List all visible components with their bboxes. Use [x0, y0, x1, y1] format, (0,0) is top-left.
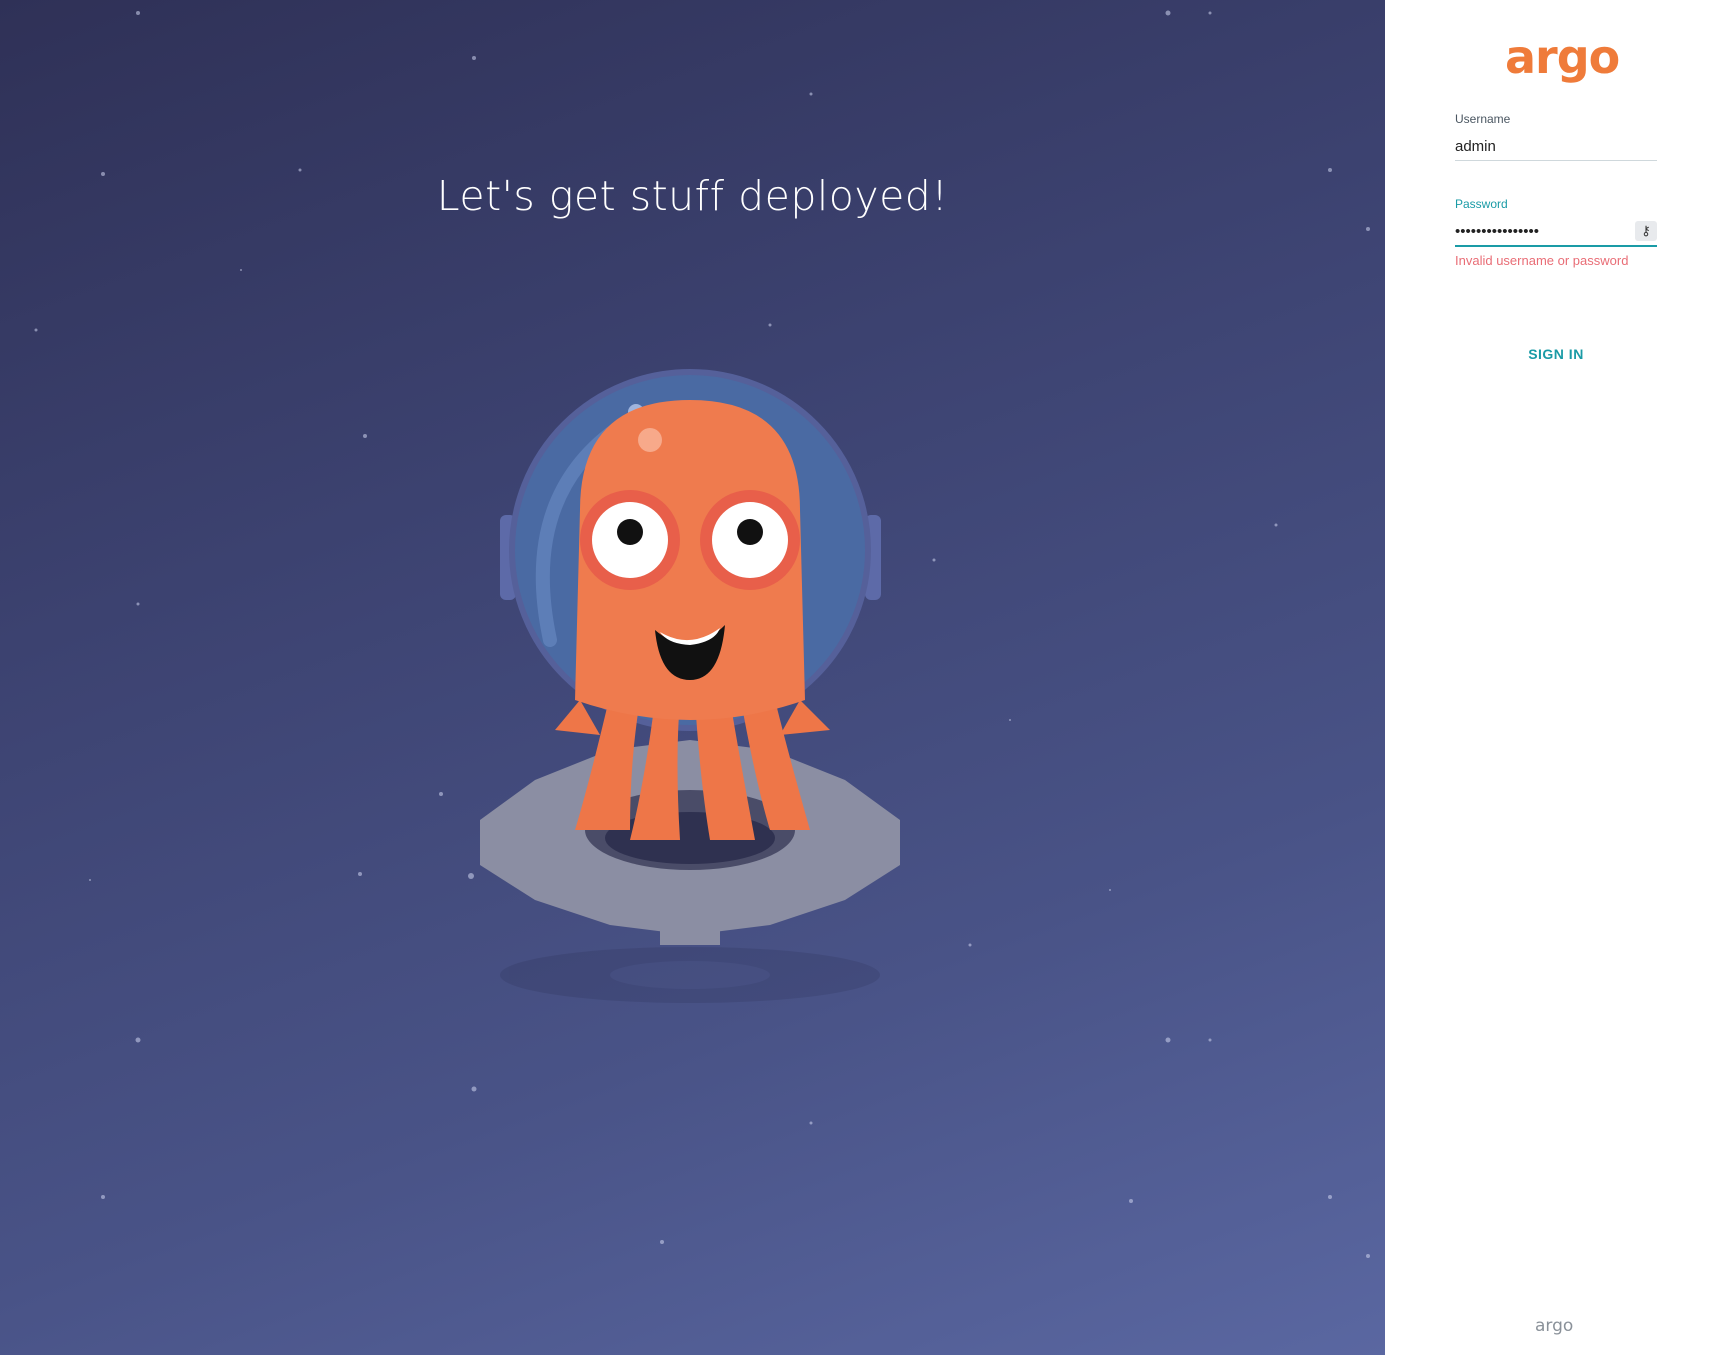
password-value: ••••••••••••••••	[1455, 222, 1540, 240]
hero-title: Let's get stuff deployed!	[436, 172, 949, 220]
argo-octopus-astronaut-icon	[480, 369, 900, 1003]
password-input[interactable]: •••••••••••••••• ⚷	[1455, 217, 1657, 247]
username-field: Username admin	[1455, 112, 1657, 161]
username-input[interactable]: admin	[1455, 132, 1657, 161]
argo-logo: argo	[1505, 30, 1620, 84]
footer-argo-logo: argo	[1535, 1316, 1574, 1336]
error-message: Invalid username or password	[1455, 253, 1629, 268]
password-field: Password •••••••••••••••• ⚷ Invalid user…	[1455, 197, 1657, 268]
password-label: Password	[1455, 197, 1508, 211]
sign-in-button[interactable]: SIGN IN	[1455, 346, 1657, 362]
key-icon[interactable]: ⚷	[1635, 221, 1657, 241]
username-value: admin	[1455, 137, 1496, 155]
hero-panel: Let's get stuff deployed!	[0, 0, 1385, 1355]
login-panel: argo Username admin Password •••••••••••…	[1385, 0, 1715, 1355]
username-label: Username	[1455, 112, 1511, 126]
